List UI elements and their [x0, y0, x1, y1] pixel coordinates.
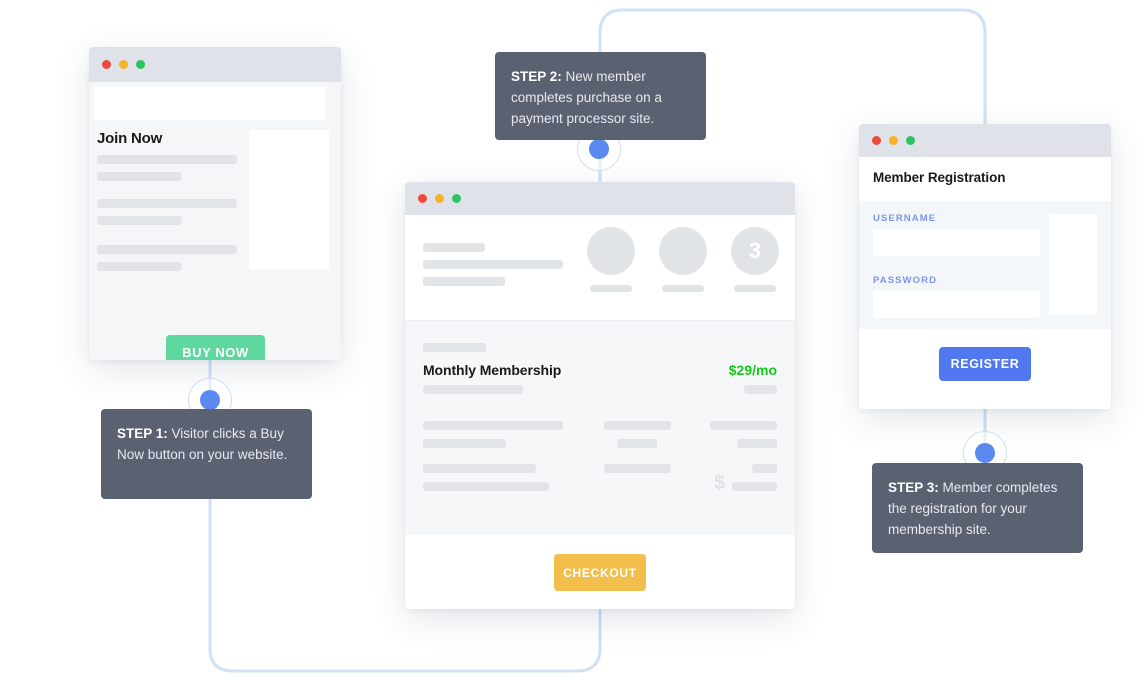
close-red-icon[interactable]	[102, 60, 111, 69]
text-placeholder-bar	[732, 482, 777, 491]
close-red-icon[interactable]	[872, 136, 881, 145]
username-label: USERNAME	[873, 213, 937, 224]
window-titlebar	[859, 124, 1111, 157]
text-placeholder-bar	[617, 439, 657, 448]
hero-placeholder	[94, 87, 326, 120]
step-circle: 3	[731, 227, 779, 275]
side-image-placeholder	[249, 130, 329, 269]
text-placeholder-bar	[423, 421, 563, 430]
browser-window-registration: Member Registration USERNAME PASSWORD RE…	[859, 124, 1111, 409]
checkout-header-section: 3	[405, 215, 795, 320]
text-placeholder-bar	[97, 199, 237, 208]
checkout-footer-section: CHECKOUT	[405, 535, 795, 609]
callout-step-2-label: STEP 2:	[511, 69, 562, 84]
browser-window-checkout: 3 Monthly Membership $29/mo $ CHECKOUT	[405, 182, 795, 609]
username-field[interactable]	[873, 229, 1040, 256]
text-placeholder-bar	[423, 343, 486, 352]
join-now-heading: Join Now	[97, 130, 163, 147]
registration-form: USERNAME PASSWORD	[859, 201, 1111, 329]
side-image-placeholder	[1049, 214, 1097, 315]
minimize-amber-icon[interactable]	[435, 194, 444, 203]
buy-now-button[interactable]: BUY NOW	[166, 335, 265, 360]
text-placeholder-bar	[423, 260, 563, 269]
form-placeholder-column-left	[423, 421, 563, 500]
text-placeholder-bar	[604, 464, 671, 473]
window-body: Join Now BUY NOW	[89, 82, 341, 360]
password-label: PASSWORD	[873, 275, 938, 286]
step-indicator-2	[659, 227, 707, 292]
step-circle	[587, 227, 635, 275]
callout-step-2: STEP 2: New member completes purchase on…	[495, 52, 706, 140]
minimize-amber-icon[interactable]	[119, 60, 128, 69]
minimize-amber-icon[interactable]	[889, 136, 898, 145]
checkout-order-section: Monthly Membership $29/mo $	[405, 320, 795, 535]
step-circle	[659, 227, 707, 275]
text-placeholder-bar	[97, 155, 237, 164]
product-name: Monthly Membership	[423, 362, 562, 378]
text-placeholder-bar	[752, 464, 777, 473]
callout-step-3-label: STEP 3:	[888, 480, 939, 495]
text-placeholder-bar	[737, 439, 777, 448]
callout-step-1-label: STEP 1:	[117, 426, 168, 441]
text-placeholder-bar	[744, 385, 777, 394]
text-placeholder-bar	[423, 243, 485, 252]
text-placeholder-bar	[423, 482, 549, 491]
flow-diagram-canvas: Join Now BUY NOW 3 Monthly Membership $2…	[0, 0, 1146, 694]
register-button[interactable]: REGISTER	[939, 347, 1031, 381]
browser-window-join-now: Join Now BUY NOW	[89, 47, 341, 360]
text-placeholder-bar	[604, 421, 671, 430]
maximize-green-icon[interactable]	[906, 136, 915, 145]
maximize-green-icon[interactable]	[136, 60, 145, 69]
step-indicator-1	[587, 227, 635, 292]
text-placeholder-bar	[97, 262, 182, 271]
step-underline	[590, 285, 632, 292]
text-placeholder-bar	[423, 385, 523, 394]
text-placeholder-bar	[710, 421, 777, 430]
maximize-green-icon[interactable]	[452, 194, 461, 203]
window-titlebar	[89, 47, 341, 82]
registration-title: Member Registration	[873, 170, 1006, 185]
registration-header: Member Registration	[859, 157, 1111, 201]
text-placeholder-bar	[97, 172, 182, 181]
text-placeholder-bar	[423, 464, 536, 473]
dollar-sign-icon: $	[714, 472, 726, 494]
form-placeholder-column-middle	[604, 421, 671, 482]
text-placeholder-bar	[97, 216, 182, 225]
callout-step-3: STEP 3: Member completes the registratio…	[872, 463, 1083, 553]
step-underline	[734, 285, 776, 292]
callout-step-1: STEP 1: Visitor clicks a Buy Now button …	[101, 409, 312, 499]
window-titlebar	[405, 182, 795, 215]
registration-footer: REGISTER	[859, 329, 1111, 409]
checkout-button[interactable]: CHECKOUT	[554, 554, 646, 591]
text-placeholder-bar	[97, 245, 237, 254]
step-underline	[662, 285, 704, 292]
text-placeholder-bar	[423, 439, 506, 448]
close-red-icon[interactable]	[418, 194, 427, 203]
password-field[interactable]	[873, 291, 1040, 318]
text-placeholder-bar	[423, 277, 505, 286]
product-price: $29/mo	[728, 362, 777, 378]
checkout-step-indicator: 3	[587, 227, 779, 305]
step-indicator-3: 3	[731, 227, 779, 292]
